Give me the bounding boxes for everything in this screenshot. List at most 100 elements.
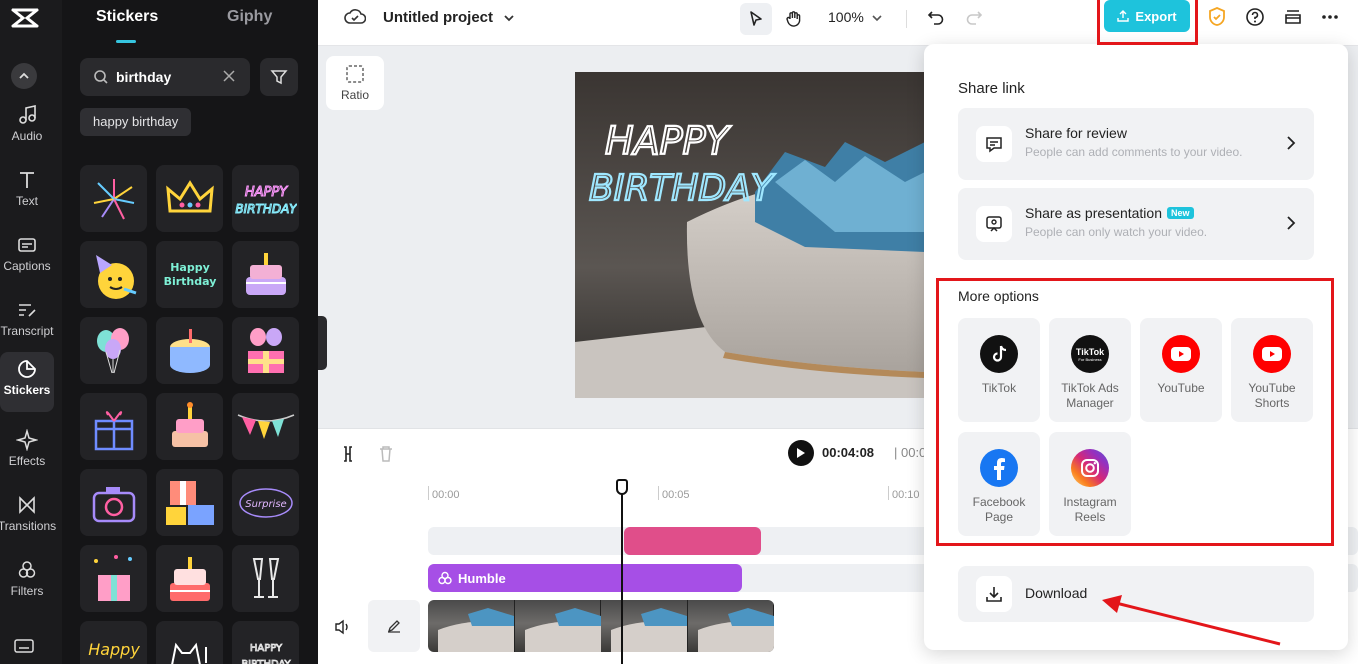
funnel-icon: [270, 70, 288, 85]
undo-icon[interactable]: [927, 8, 945, 26]
camera-icon: [92, 486, 135, 522]
champagne-icon: [252, 557, 279, 598]
rail-item-audio[interactable]: Audio: [0, 98, 54, 158]
candle-cake-icon: [171, 401, 208, 447]
overlay-text-happy: HAPPY: [605, 119, 731, 163]
sticker-gift-box[interactable]: [80, 393, 147, 460]
suggestion-chip[interactable]: happy birthday: [80, 108, 192, 136]
project-title[interactable]: Untitled project: [383, 9, 493, 26]
sticker-happy-birthday-neon[interactable]: HAPPY BIRTHDAY: [232, 165, 299, 232]
tab-stickers[interactable]: Stickers: [96, 8, 158, 26]
download-label: Download: [1025, 585, 1088, 601]
svg-text:Birthday: Birthday: [163, 275, 216, 288]
rail-item-label: Transitions: [0, 519, 57, 533]
chevron-down-icon[interactable]: [871, 12, 883, 24]
rail-item-text[interactable]: Text: [0, 163, 54, 223]
sticker-camera[interactable]: [80, 469, 147, 536]
volume-icon[interactable]: [334, 619, 352, 635]
filter-button[interactable]: [260, 58, 298, 96]
video-frame: [601, 600, 688, 652]
tab-giphy[interactable]: Giphy: [227, 8, 272, 26]
ruler-label: 00:00: [432, 489, 460, 501]
video-clip[interactable]: [428, 600, 774, 652]
rail-item-transitions[interactable]: Transitions: [0, 488, 57, 548]
sticker-party-emoji[interactable]: [80, 241, 147, 308]
sticker-surprise[interactable]: Surprise: [232, 469, 299, 536]
edit-cover-button[interactable]: [368, 600, 420, 652]
shield-icon[interactable]: [1208, 7, 1226, 27]
sticker-cat-doodle[interactable]: [156, 621, 223, 664]
ratio-button[interactable]: Ratio: [326, 56, 384, 110]
video-preview[interactable]: HAPPY BIRTHDAY: [575, 72, 925, 398]
presentation-icon-box: [976, 206, 1012, 242]
sticker-champagne[interactable]: [232, 545, 299, 612]
video-frame: [428, 600, 515, 652]
clear-search-icon[interactable]: [222, 69, 236, 83]
panel-collapse-handle[interactable]: [318, 316, 327, 370]
share-for-review-option[interactable]: Share for review People can add comments…: [958, 108, 1314, 180]
comment-icon: [986, 137, 1002, 153]
rail-item-stickers[interactable]: Stickers: [0, 352, 54, 412]
svg-text:BIRTHDAY: BIRTHDAY: [235, 202, 297, 216]
redo-icon[interactable]: [965, 8, 983, 26]
sticker-balloons[interactable]: [80, 317, 147, 384]
layers-icon[interactable]: [1283, 7, 1303, 27]
sticker-happy-birthday-chalk[interactable]: Happy: [80, 621, 147, 664]
hand-tool-button[interactable]: [778, 3, 810, 35]
new-badge: New: [1166, 207, 1194, 219]
sticker-cake-purple[interactable]: [232, 241, 299, 308]
playhead[interactable]: [621, 481, 623, 664]
sticker-bunting[interactable]: [232, 393, 299, 460]
sticker-confetti-gift[interactable]: [80, 545, 147, 612]
sticker-cake-slice[interactable]: [156, 317, 223, 384]
rail-item-captions[interactable]: Captions: [0, 228, 54, 288]
sticker-fireworks[interactable]: [80, 165, 147, 232]
sticker-icon: [18, 360, 36, 378]
toolbar-divider: [906, 10, 907, 28]
sticker-cake-candle[interactable]: [156, 393, 223, 460]
sticker-happy-birthday-text[interactable]: Happy Birthday: [156, 241, 223, 308]
sticker-happy-birthday-outline[interactable]: HAPPY BIRTHDAY: [232, 621, 299, 664]
rail-item-filters[interactable]: Filters: [0, 553, 54, 613]
search-input[interactable]: [116, 67, 226, 87]
sticker-gift-stack[interactable]: [156, 469, 223, 536]
more-options-highlight-box: [936, 278, 1334, 546]
rail-item-label: Effects: [8, 454, 46, 468]
sticker-gift-balloons[interactable]: [232, 317, 299, 384]
rail-item-label: Transcript: [0, 324, 54, 338]
zoom-level[interactable]: 100%: [828, 9, 864, 25]
playhead-handle[interactable]: [616, 479, 628, 495]
delete-icon[interactable]: [378, 445, 394, 463]
layer-cake-icon: [169, 556, 210, 601]
gift-icon: [247, 327, 284, 373]
more-options-icon[interactable]: [1321, 14, 1339, 20]
svg-text:HAPPY: HAPPY: [249, 643, 282, 654]
rail-item-label: Text: [15, 194, 38, 208]
sticker-clip[interactable]: [624, 527, 761, 555]
neon-text-icon: HAPPY BIRTHDAY: [235, 184, 297, 216]
rail-item-transcript[interactable]: Transcript: [0, 293, 54, 353]
rail-item-label: Stickers: [3, 383, 51, 397]
audio-clip[interactable]: Humble: [428, 564, 742, 592]
select-tool-button[interactable]: [740, 3, 772, 35]
sticker-layer-cake[interactable]: [156, 545, 223, 612]
sticker-search-box[interactable]: [80, 58, 250, 96]
cloud-sync-icon[interactable]: [344, 8, 366, 26]
help-icon[interactable]: [1245, 7, 1265, 27]
share-presentation-title: Share as presentation New: [1025, 205, 1194, 221]
crown-icon: [165, 179, 214, 212]
split-icon[interactable]: [340, 445, 356, 463]
share-as-presentation-option[interactable]: Share as presentation New People can only…: [958, 188, 1314, 260]
gift-stack-icon: [165, 480, 214, 525]
share-presentation-desc: People can only watch your video.: [1025, 225, 1208, 239]
rail-item-label: Audio: [11, 129, 43, 143]
rail-item-effects[interactable]: Effects: [0, 423, 54, 483]
left-rail: Audio Text Captions Transcript Stickers …: [0, 0, 62, 664]
keyboard-icon[interactable]: [14, 638, 34, 654]
play-button[interactable]: [788, 440, 814, 466]
collapse-rail-button[interactable]: [11, 63, 37, 89]
sticker-crown[interactable]: [156, 165, 223, 232]
chevron-down-icon[interactable]: [503, 12, 515, 24]
ratio-frame-icon: [346, 65, 364, 83]
music-note-icon: [19, 105, 36, 124]
